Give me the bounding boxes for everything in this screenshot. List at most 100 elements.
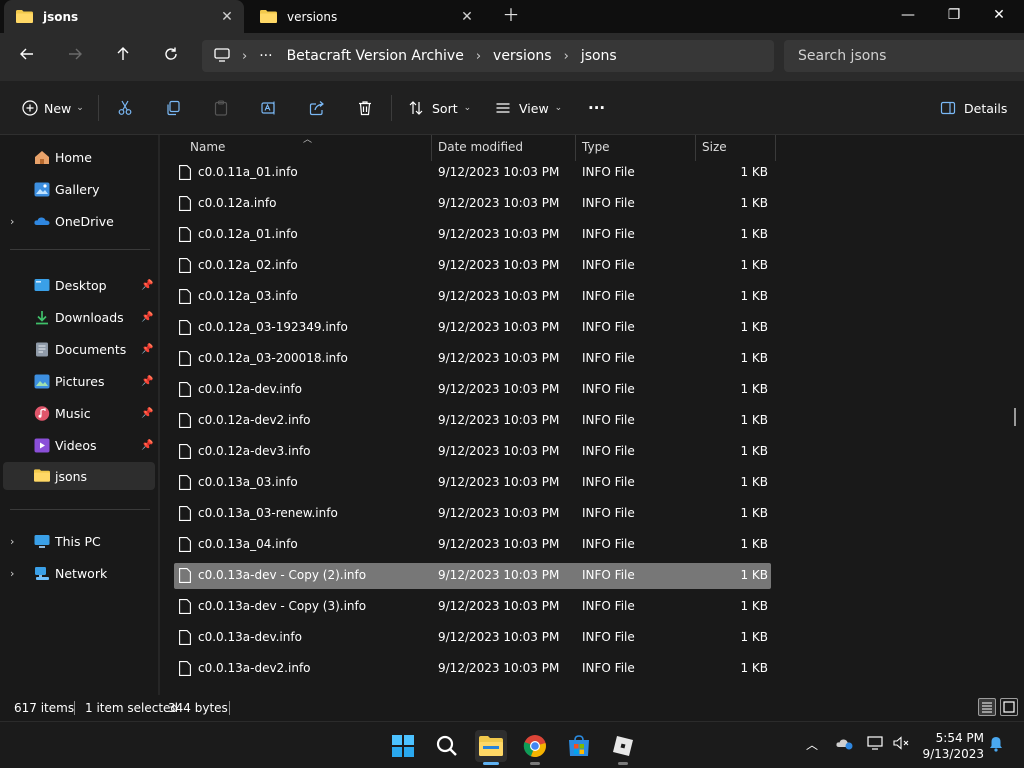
- pin-icon[interactable]: 📌: [141, 440, 153, 451]
- column-divider[interactable]: [775, 135, 776, 161]
- file-row[interactable]: c0.0.13a_03.info 9/12/2023 10:03 PM INFO F…: [174, 470, 771, 496]
- file-row[interactable]: c0.0.12a-dev3.info 9/12/2023 10:03 PM INFO…: [174, 439, 771, 465]
- file-row[interactable]: c0.0.13a-dev - Copy (3).info 9/12/2023 10…: [174, 594, 771, 620]
- file-row[interactable]: c0.0.13a_04.info 9/12/2023 10:03 PM INFO F…: [174, 532, 771, 558]
- breadcrumb-jsons[interactable]: jsons: [581, 48, 617, 64]
- share-button[interactable]: [307, 94, 327, 122]
- sidebar-item-label: Gallery: [55, 181, 100, 197]
- pin-icon[interactable]: 📌: [141, 280, 153, 291]
- column-type[interactable]: Type: [582, 140, 610, 154]
- copy-button[interactable]: [163, 94, 183, 122]
- close-window-button[interactable]: ✕: [976, 0, 1022, 32]
- start-icon[interactable]: [387, 730, 419, 762]
- onedrive-status-icon[interactable]: [836, 736, 854, 754]
- maximize-button[interactable]: ❐: [931, 0, 977, 32]
- sidebar-item-downloads[interactable]: Downloads 📌: [0, 303, 158, 331]
- file-row[interactable]: c0.0.13a-dev2.info 9/12/2023 10:03 PM INFO…: [174, 656, 771, 682]
- breadcrumb-overflow[interactable]: ···: [259, 48, 272, 64]
- view-button[interactable]: View ⌄: [493, 94, 562, 122]
- file-row[interactable]: c0.0.12a-dev.info 9/12/2023 10:03 PM INFO …: [174, 377, 771, 403]
- chevron-right-icon[interactable]: ›: [476, 49, 481, 64]
- search-icon[interactable]: [431, 730, 463, 762]
- tab-versions[interactable]: versions ✕: [248, 0, 484, 33]
- column-size[interactable]: Size: [702, 140, 727, 154]
- sidebar-item-desktop[interactable]: Desktop 📌: [0, 271, 158, 299]
- file-row[interactable]: c0.0.12a_01.info 9/12/2023 10:03 PM INFO F…: [174, 222, 771, 248]
- paste-button[interactable]: [211, 94, 231, 122]
- store-icon[interactable]: [563, 730, 595, 762]
- sidebar-item-pictures[interactable]: Pictures 📌: [0, 367, 158, 395]
- breadcrumb-versions[interactable]: versions: [493, 48, 552, 64]
- file-row[interactable]: c0.0.13a-dev - Copy (2).info 9/12/2023 10…: [174, 563, 771, 589]
- volume-muted-icon[interactable]: [893, 736, 911, 754]
- close-tab-icon[interactable]: ✕: [214, 9, 240, 25]
- chevron-right-icon[interactable]: ›: [10, 535, 14, 548]
- column-divider[interactable]: [575, 135, 576, 161]
- rename-button[interactable]: [259, 94, 279, 122]
- sidebar-item-network[interactable]: › Network: [0, 559, 158, 587]
- file-row[interactable]: c0.0.13a_03-renew.info 9/12/2023 10:03 PM…: [174, 501, 771, 527]
- file-row[interactable]: c0.0.12a_03-200018.info 9/12/2023 10:03 P…: [174, 346, 771, 372]
- pc-icon[interactable]: [214, 47, 230, 65]
- search-input[interactable]: Search jsons: [784, 40, 1024, 72]
- display-icon[interactable]: [867, 736, 885, 754]
- file-row[interactable]: c0.0.12a.info 9/12/2023 10:03 PM INFO File…: [174, 191, 771, 217]
- close-tab-icon[interactable]: ✕: [454, 9, 480, 25]
- file-icon: [179, 413, 191, 428]
- file-row[interactable]: c0.0.12a_03-192349.info 9/12/2023 10:03 P…: [174, 315, 771, 341]
- column-date-modified[interactable]: Date modified: [438, 140, 523, 154]
- file-icon: [179, 165, 191, 180]
- sidebar-item-videos[interactable]: Videos 📌: [0, 431, 158, 459]
- minimize-button[interactable]: —: [885, 0, 931, 32]
- chevron-right-icon[interactable]: ›: [242, 49, 247, 64]
- details-view-icon[interactable]: [978, 698, 996, 716]
- file-type: INFO File: [582, 258, 635, 272]
- sidebar-item-gallery[interactable]: Gallery: [0, 175, 158, 203]
- breadcrumb-betacraft[interactable]: Betacraft Version Archive: [287, 48, 464, 64]
- sidebar-item-documents[interactable]: Documents 📌: [0, 335, 158, 363]
- sidebar-item-onedrive[interactable]: › OneDrive: [0, 207, 158, 235]
- new-tab-button[interactable]: ＋: [498, 4, 524, 28]
- chevron-right-icon[interactable]: ›: [564, 49, 569, 64]
- new-button[interactable]: New ⌄: [20, 94, 84, 122]
- details-button[interactable]: Details: [938, 94, 1007, 122]
- file-row[interactable]: c0.0.12a-dev2.info 9/12/2023 10:03 PM INFO…: [174, 408, 771, 434]
- file-row[interactable]: c0.0.13a-dev.info 9/12/2023 10:03 PM INFO …: [174, 625, 771, 651]
- up-button[interactable]: [108, 43, 138, 71]
- chevron-up-icon[interactable]: ︿: [806, 736, 818, 753]
- sidebar-item-this-pc[interactable]: › This PC: [0, 527, 158, 555]
- file-name: c0.0.12a-dev.info: [198, 382, 302, 396]
- back-button[interactable]: [12, 43, 42, 71]
- sort-button[interactable]: Sort ⌄: [406, 94, 471, 122]
- delete-button[interactable]: [355, 94, 375, 122]
- file-row[interactable]: c0.0.11a_01.info 9/12/2023 10:03 PM INFO F…: [174, 160, 771, 186]
- sidebar-item-jsons[interactable]: jsons: [3, 462, 155, 490]
- file-explorer-icon[interactable]: [475, 730, 507, 765]
- title-bar: jsons ✕ versions ✕ ＋ — ❐ ✕: [0, 0, 1024, 33]
- tiles-view-icon[interactable]: [1000, 698, 1018, 716]
- column-divider[interactable]: [431, 135, 432, 161]
- chrome-icon[interactable]: [519, 730, 551, 765]
- pin-icon[interactable]: 📌: [141, 376, 153, 387]
- vertical-scrollbar[interactable]: [1014, 408, 1016, 426]
- roblox-icon[interactable]: [607, 730, 639, 765]
- pin-icon[interactable]: 📌: [141, 408, 153, 419]
- notification-bell-icon[interactable]: [988, 736, 1004, 756]
- column-name[interactable]: Name: [190, 140, 225, 154]
- sidebar-item-music[interactable]: Music 📌: [0, 399, 158, 427]
- sidebar-item-home[interactable]: Home: [0, 143, 158, 171]
- more-options-button[interactable]: ···: [588, 94, 605, 122]
- chevron-right-icon[interactable]: ›: [10, 567, 14, 580]
- pin-icon[interactable]: 📌: [141, 312, 153, 323]
- pin-icon[interactable]: 📌: [141, 344, 153, 355]
- forward-button[interactable]: [60, 43, 90, 71]
- refresh-button[interactable]: [156, 43, 186, 71]
- chevron-right-icon[interactable]: ›: [10, 215, 14, 228]
- file-row[interactable]: c0.0.12a_02.info 9/12/2023 10:03 PM INFO F…: [174, 253, 771, 279]
- column-divider[interactable]: [695, 135, 696, 161]
- clock[interactable]: 5:54 PM 9/13/2023: [916, 730, 984, 762]
- address-bar[interactable]: › ··· Betacraft Version Archive › versio…: [202, 40, 774, 72]
- cut-button[interactable]: [115, 94, 135, 122]
- file-row[interactable]: c0.0.12a_03.info 9/12/2023 10:03 PM INFO F…: [174, 284, 771, 310]
- tab-jsons[interactable]: jsons ✕: [4, 0, 244, 33]
